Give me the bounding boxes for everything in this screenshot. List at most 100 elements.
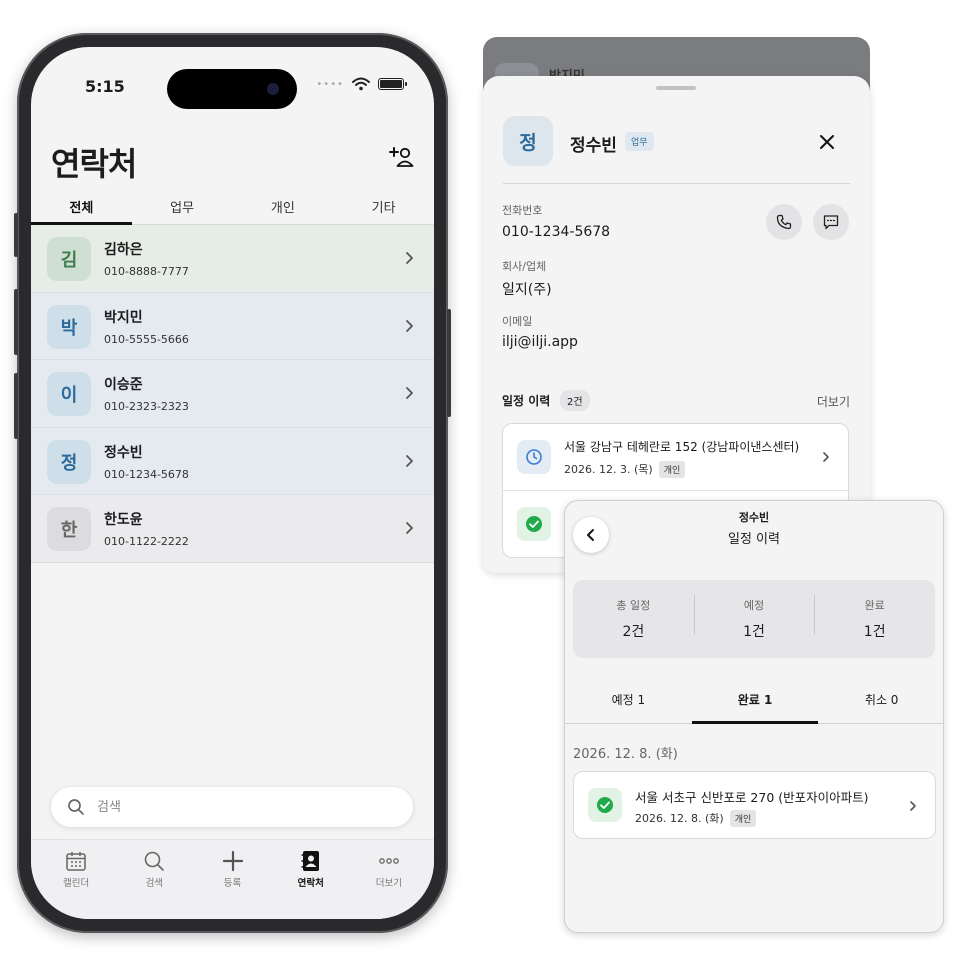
message-icon bbox=[823, 215, 839, 230]
more-link[interactable]: 더보기 bbox=[817, 393, 850, 410]
plus-icon bbox=[222, 850, 243, 872]
contact-name: 한도윤 bbox=[104, 512, 143, 528]
stat-value: 2건 bbox=[622, 624, 645, 640]
tab-other[interactable]: 기타 bbox=[333, 187, 434, 224]
contact-row[interactable]: 박 박지민 010-5555-5666 bbox=[31, 292, 434, 360]
schedule-status bbox=[517, 440, 551, 474]
contact-book-icon bbox=[301, 851, 319, 871]
avatar: 박 bbox=[47, 304, 91, 349]
schedule-status bbox=[517, 507, 551, 541]
stat-completed: 완료 1건 bbox=[814, 595, 935, 641]
calendar-icon bbox=[66, 852, 86, 871]
stat-label: 완료 bbox=[864, 599, 885, 612]
chevron-right-icon bbox=[823, 452, 829, 462]
status-icons: •••• bbox=[316, 77, 407, 91]
chevron-right-icon bbox=[406, 252, 413, 264]
contact-name: 박지민 bbox=[104, 309, 143, 326]
signal-icon: •••• bbox=[316, 78, 344, 90]
history-title: 일정 이력 bbox=[502, 394, 551, 408]
tabbar-more[interactable]: 더보기 bbox=[350, 850, 428, 919]
chevron-right-icon bbox=[406, 387, 413, 399]
tabbar-label: 더보기 bbox=[375, 878, 403, 889]
panel-subtitle: 정수빈 bbox=[738, 511, 770, 524]
volume-down-button bbox=[14, 373, 18, 439]
chevron-right-icon bbox=[910, 801, 916, 811]
history-date: 2026. 12. 3. (목) bbox=[564, 463, 653, 476]
history-date-line: 2026. 12. 3. (목) 개인 bbox=[564, 461, 686, 478]
bottom-tabbar: 캘린더 검색 등록 연락처 더보기 bbox=[31, 839, 434, 919]
stat-value: 1건 bbox=[743, 624, 765, 640]
stat-scheduled: 예정 1건 bbox=[693, 595, 815, 641]
category-tag: 개인 bbox=[658, 461, 686, 478]
check-circle-icon bbox=[597, 797, 613, 813]
stat-total: 총 일정 2건 bbox=[573, 597, 694, 641]
contact-phone: 010-2323-2323 bbox=[104, 400, 189, 413]
phone-label: 전화번호 bbox=[502, 204, 543, 217]
more-dots-icon bbox=[379, 858, 399, 864]
page-title: 연락처 bbox=[51, 145, 137, 183]
stat-label: 예정 bbox=[743, 599, 765, 612]
tabbar-label: 캘린더 bbox=[62, 878, 90, 889]
tabbar-calendar[interactable]: 캘린더 bbox=[37, 850, 115, 919]
status-tabs: 예정 1 완료 1 취소 0 bbox=[565, 679, 943, 724]
phone-frame: 5:15 •••• 연락처 전체 업무 개인 기타 김 김하은 010-8888… bbox=[14, 33, 451, 933]
avatar: 김 bbox=[47, 237, 91, 281]
contact-list: 김 김하은 010-8888-7777 박 박지민 010-5555-5666 … bbox=[31, 225, 434, 563]
dynamic-island bbox=[167, 69, 297, 109]
tab-all[interactable]: 전체 bbox=[31, 187, 132, 225]
close-icon[interactable] bbox=[818, 133, 836, 151]
contact-phone: 010-1122-2222 bbox=[104, 535, 189, 548]
phone-value: 010-1234-5678 bbox=[502, 224, 611, 240]
schedule-status bbox=[588, 788, 622, 822]
search-icon bbox=[144, 851, 165, 871]
divider bbox=[503, 183, 850, 184]
tabbar-label: 검색 bbox=[145, 878, 164, 889]
stat-label: 총 일정 bbox=[616, 599, 651, 612]
contact-name: 김하은 bbox=[104, 242, 143, 258]
history-address: 서울 서초구 신반포로 270 (반포자이아파트) bbox=[635, 790, 869, 805]
category-badge: 업무 bbox=[625, 132, 654, 151]
tab-scheduled[interactable]: 예정 1 bbox=[565, 679, 692, 723]
avatar: 한 bbox=[47, 507, 91, 551]
contact-row[interactable]: 한 한도윤 010-1122-2222 bbox=[31, 495, 434, 563]
stat-value: 1건 bbox=[863, 624, 886, 640]
tab-work[interactable]: 업무 bbox=[132, 187, 233, 224]
history-date-line: 2026. 12. 8. (화) 개인 bbox=[635, 810, 757, 827]
tabbar-add[interactable]: 등록 bbox=[193, 850, 271, 919]
search-icon bbox=[68, 799, 84, 815]
tabbar-contacts[interactable]: 연락처 bbox=[272, 850, 350, 919]
tab-completed[interactable]: 완료 1 bbox=[691, 679, 819, 724]
chevron-right-icon bbox=[406, 522, 413, 534]
tabbar-search[interactable]: 검색 bbox=[115, 850, 193, 919]
contact-row[interactable]: 김 김하은 010-8888-7777 bbox=[31, 225, 434, 293]
date-header: 2026. 12. 8. (화) bbox=[573, 747, 678, 762]
tab-canceled[interactable]: 취소 0 bbox=[818, 679, 943, 723]
message-button[interactable] bbox=[813, 204, 849, 240]
company-label: 회사/업체 bbox=[502, 260, 547, 273]
contact-row[interactable]: 정 정수빈 010-1234-5678 bbox=[31, 427, 434, 495]
search-bar[interactable] bbox=[51, 787, 413, 827]
check-circle-icon bbox=[526, 516, 542, 532]
history-item[interactable]: 서울 강남구 테헤란로 152 (강남파이낸스센터) 2026. 12. 3. … bbox=[503, 424, 848, 491]
history-count-badge: 2건 bbox=[560, 390, 590, 411]
phone-screen: 5:15 •••• 연락처 전체 업무 개인 기타 김 김하은 010-8888… bbox=[31, 47, 434, 919]
contact-row[interactable]: 이 이승준 010-2323-2323 bbox=[31, 360, 434, 428]
history-item[interactable]: 서울 서초구 신반포로 270 (반포자이아파트) 2026. 12. 8. (… bbox=[573, 771, 936, 839]
email-label: 이메일 bbox=[502, 315, 533, 328]
status-time: 5:15 bbox=[85, 77, 125, 96]
contact-name: 정수빈 bbox=[104, 444, 143, 461]
call-button[interactable] bbox=[766, 204, 802, 240]
search-input[interactable] bbox=[95, 798, 375, 816]
sheet-grabber[interactable] bbox=[656, 86, 696, 90]
contact-phone: 010-5555-5666 bbox=[104, 332, 189, 346]
chevron-right-icon bbox=[406, 454, 413, 467]
category-tag: 개인 bbox=[729, 810, 757, 827]
stats-summary: 총 일정 2건 예정 1건 완료 1건 bbox=[573, 580, 935, 658]
history-panel: 정수빈 일정 이력 총 일정 2건 예정 1건 완료 1건 예정 1 완료 1 … bbox=[564, 500, 944, 933]
tab-personal[interactable]: 개인 bbox=[233, 187, 334, 224]
avatar: 정 bbox=[503, 116, 553, 166]
add-contact-icon[interactable] bbox=[388, 145, 414, 169]
history-date: 2026. 12. 8. (화) bbox=[635, 812, 724, 825]
contact-name: 정수빈 bbox=[570, 136, 617, 156]
avatar: 정 bbox=[47, 439, 91, 484]
